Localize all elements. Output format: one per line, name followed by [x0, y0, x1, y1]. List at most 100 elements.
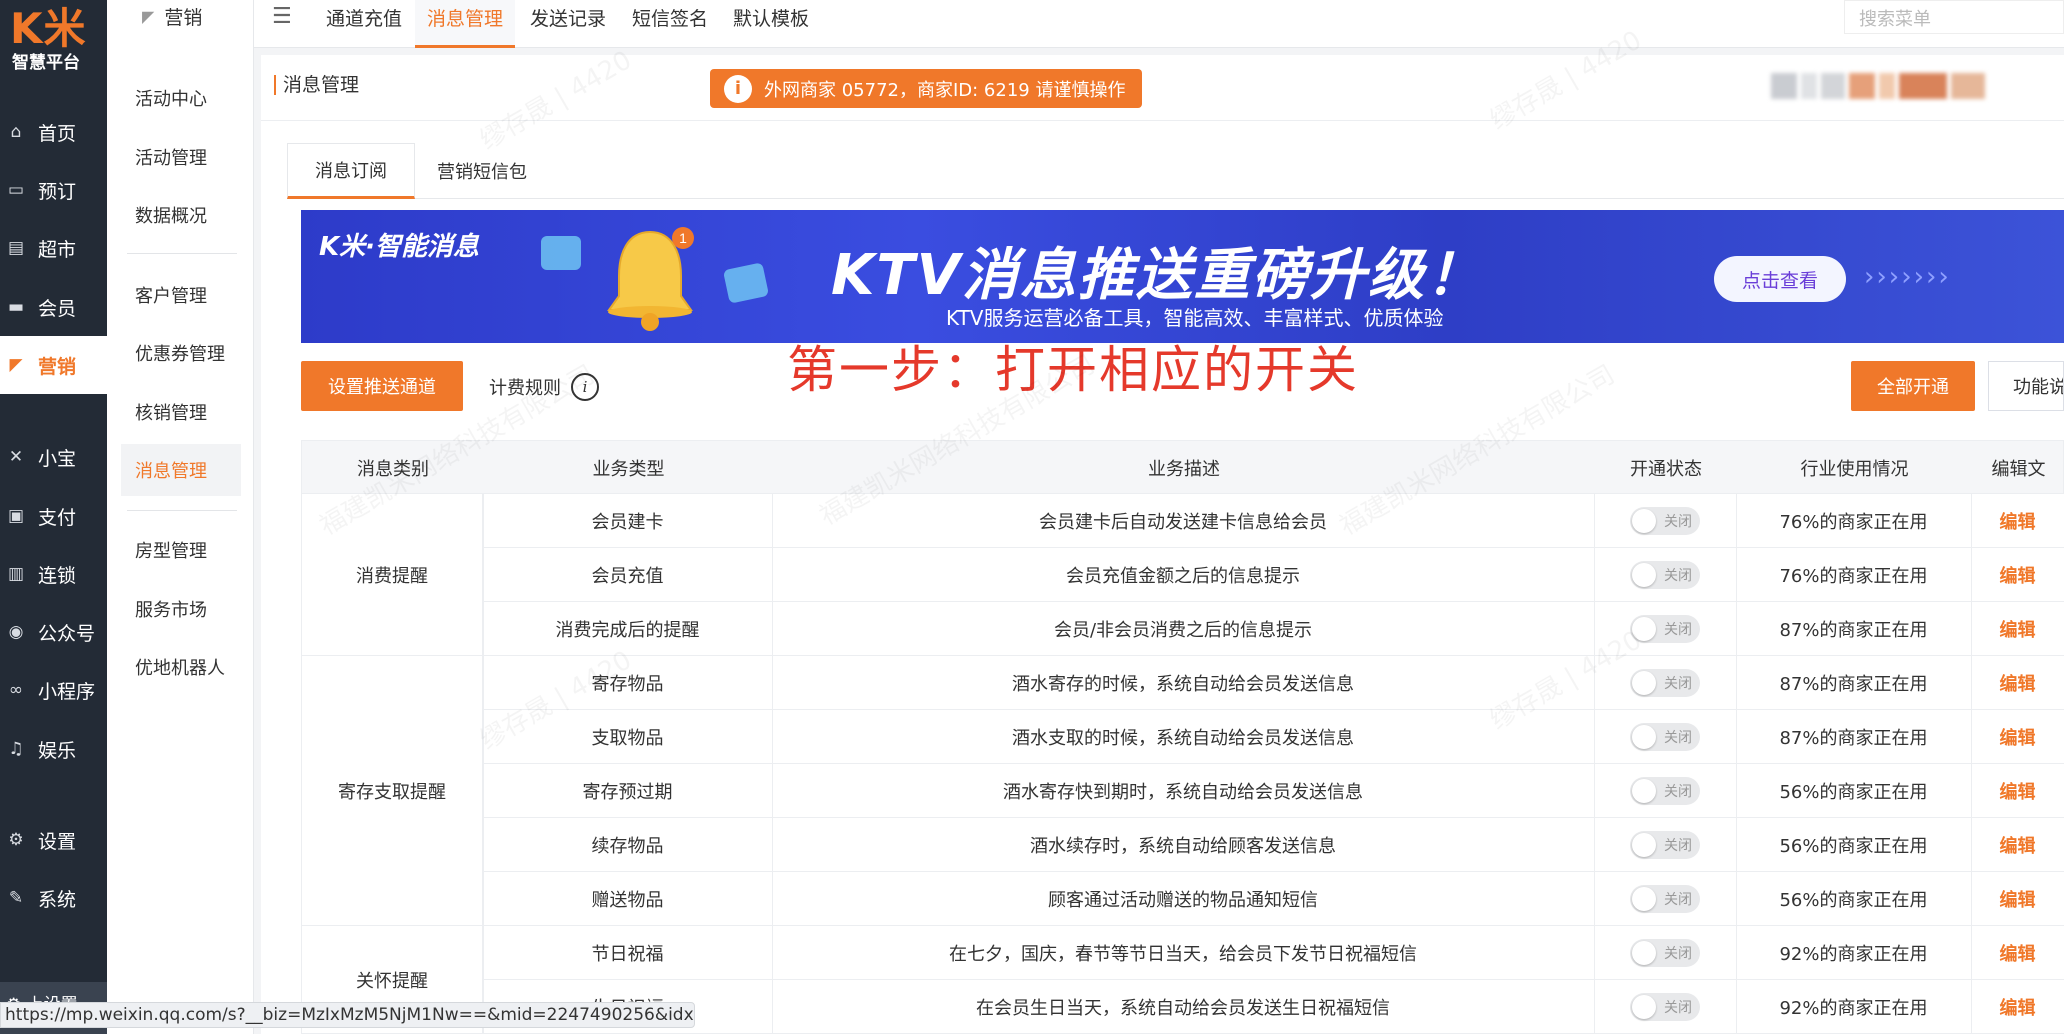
fee-rule[interactable]: 计费规则 i: [489, 373, 599, 401]
edit-link[interactable]: 编辑: [1971, 926, 2064, 980]
toggle-knob: [1632, 671, 1656, 695]
edit-link[interactable]: 编辑: [1971, 872, 2064, 926]
toggle-label: 关闭: [1664, 514, 1692, 530]
toggle-knob: [1632, 779, 1656, 803]
top-tab-4[interactable]: 默认模板: [733, 0, 809, 48]
submenu-item-4[interactable]: 优惠券管理: [121, 327, 241, 379]
toggle-label: 关闭: [1664, 676, 1692, 692]
column-divider: [1971, 926, 1972, 980]
industry-usage-cell: 76%的商家正在用: [1779, 566, 1928, 587]
submenu-item-0[interactable]: 活动中心: [121, 72, 241, 124]
nav-item-4[interactable]: ◤ 营销: [0, 336, 107, 394]
column-divider: [1736, 656, 1737, 710]
tab-message-subscription[interactable]: 消息订阅: [287, 143, 415, 199]
top-tab-3[interactable]: 短信签名: [632, 0, 708, 48]
tab-marketing-sms-package[interactable]: 营销短信包: [415, 143, 549, 199]
nav-item-label: 超市: [38, 238, 77, 261]
nav-item-3[interactable]: ▬ 会员: [0, 278, 107, 336]
column-divider: [1971, 872, 1972, 926]
column-divider: [1594, 872, 1595, 926]
status-toggle[interactable]: 关闭: [1630, 723, 1700, 751]
page-title: 消息管理: [274, 75, 359, 95]
toggle-knob: [1632, 509, 1656, 533]
nav-item-7[interactable]: ▥ 连锁: [0, 545, 107, 603]
nav-item-9[interactable]: ∞ 小程序: [0, 661, 107, 719]
toggle-knob: [1632, 563, 1656, 587]
nav-item-10[interactable]: ♫ 娱乐: [0, 720, 107, 778]
column-header-0: 消息类别: [357, 459, 429, 480]
logo-mark: K米: [10, 4, 87, 53]
nav-item-6[interactable]: ▣ 支付: [0, 487, 107, 545]
column-divider: [1594, 602, 1595, 656]
toggle-knob: [1632, 887, 1656, 911]
status-toggle[interactable]: 关闭: [1630, 939, 1700, 967]
toggle-label: 关闭: [1664, 622, 1692, 638]
submenu-item-1[interactable]: 活动管理: [121, 131, 241, 183]
status-toggle[interactable]: 关闭: [1630, 615, 1700, 643]
promo-banner[interactable]: K米·智能消息 1 KTV消息推送重磅升级！ KTV服务运营必备工具，智能高效、…: [301, 210, 2064, 343]
edit-link[interactable]: 编辑: [1971, 548, 2064, 602]
column-divider: [1736, 926, 1737, 980]
column-divider: [1594, 764, 1595, 818]
nav-item-5[interactable]: ✕ 小宝: [0, 428, 107, 486]
nav-item-0[interactable]: ⌂ 首页: [0, 103, 107, 161]
edit-link[interactable]: 编辑: [1971, 764, 2064, 818]
gear-icon: ⚙: [8, 830, 24, 850]
submenu-item-7[interactable]: 房型管理: [121, 524, 241, 576]
user-info-blurred[interactable]: [1771, 73, 2041, 101]
merchant-warning-badge: i 外网商家 05772，商家ID: 6219 请谨慎操作: [710, 69, 1142, 108]
submenu-item-9[interactable]: 优地机器人: [121, 641, 241, 693]
edit-link[interactable]: 编辑: [1971, 818, 2064, 872]
status-toggle[interactable]: 关闭: [1630, 669, 1700, 697]
business-type-cell: 寄存预过期: [582, 782, 673, 803]
submenu-item-3[interactable]: 客户管理: [121, 269, 241, 321]
submenu-item-5[interactable]: 核销管理: [121, 386, 241, 438]
industry-usage-cell: 56%的商家正在用: [1779, 782, 1928, 803]
function-switch-button[interactable]: 功能说: [1988, 361, 2064, 411]
table-row: 消费完成后的提醒 会员/非会员消费之后的信息提示 关闭 87%的商家正在用 编辑: [301, 602, 2064, 656]
toggle-label: 关闭: [1664, 892, 1692, 908]
banner-view-button[interactable]: 点击查看: [1714, 256, 1846, 302]
column-divider: [1971, 710, 1972, 764]
info-icon[interactable]: i: [571, 373, 599, 401]
status-toggle[interactable]: 关闭: [1630, 777, 1700, 805]
edit-link[interactable]: 编辑: [1971, 980, 2064, 1034]
status-cell: 关闭: [1594, 818, 1736, 872]
top-tab-0[interactable]: 通道充值: [326, 0, 402, 48]
column-divider: [772, 656, 773, 710]
status-toggle[interactable]: 关闭: [1630, 831, 1700, 859]
logo[interactable]: K米 智慧平台: [10, 4, 90, 72]
business-desc-cell: 酒水寄存快到期时，系统自动给会员发送信息: [1003, 782, 1363, 803]
enable-all-button[interactable]: 全部开通: [1851, 361, 1975, 411]
set-push-channel-button[interactable]: 设置推送通道: [301, 361, 463, 411]
status-cell: 关闭: [1594, 926, 1736, 980]
submenu-item-2[interactable]: 数据概况: [121, 189, 241, 241]
edit-link[interactable]: 编辑: [1971, 602, 2064, 656]
nav-item-11[interactable]: ⚙ 设置: [0, 811, 107, 869]
nav-item-12[interactable]: ✎ 系统: [0, 869, 107, 927]
edit-link[interactable]: 编辑: [1971, 494, 2064, 548]
search-input[interactable]: 搜索菜单: [1844, 0, 2064, 34]
link-status-bar: https://mp.weixin.qq.com/s?__biz=MzIxMzM…: [0, 1002, 695, 1028]
nav-item-8[interactable]: ◉ 公众号: [0, 603, 107, 661]
submenu-item-6[interactable]: 消息管理: [121, 444, 241, 496]
edit-link[interactable]: 编辑: [1971, 656, 2064, 710]
miniprogram-icon: ∞: [8, 680, 24, 700]
status-toggle[interactable]: 关闭: [1630, 885, 1700, 913]
status-toggle[interactable]: 关闭: [1630, 561, 1700, 589]
nav-item-1[interactable]: ▭ 预订: [0, 161, 107, 219]
menu-toggle-icon[interactable]: ☰: [272, 4, 292, 29]
top-tab-2[interactable]: 发送记录: [530, 0, 606, 48]
column-header-4: 行业使用情况: [1800, 459, 1909, 480]
submenu-item-8[interactable]: 服务市场: [121, 583, 241, 635]
column-divider: [483, 926, 484, 980]
edit-link[interactable]: 编辑: [1971, 710, 2064, 764]
column-header-1: 业务类型: [592, 459, 665, 480]
column-divider: [1736, 494, 1737, 548]
status-toggle[interactable]: 关闭: [1630, 507, 1700, 535]
business-type-cell: 支取物品: [591, 728, 664, 749]
nav-item-2[interactable]: ▤ 超市: [0, 219, 107, 277]
top-tab-1[interactable]: 消息管理: [415, 0, 516, 48]
status-toggle[interactable]: 关闭: [1630, 993, 1700, 1021]
column-divider: [1971, 818, 1972, 872]
